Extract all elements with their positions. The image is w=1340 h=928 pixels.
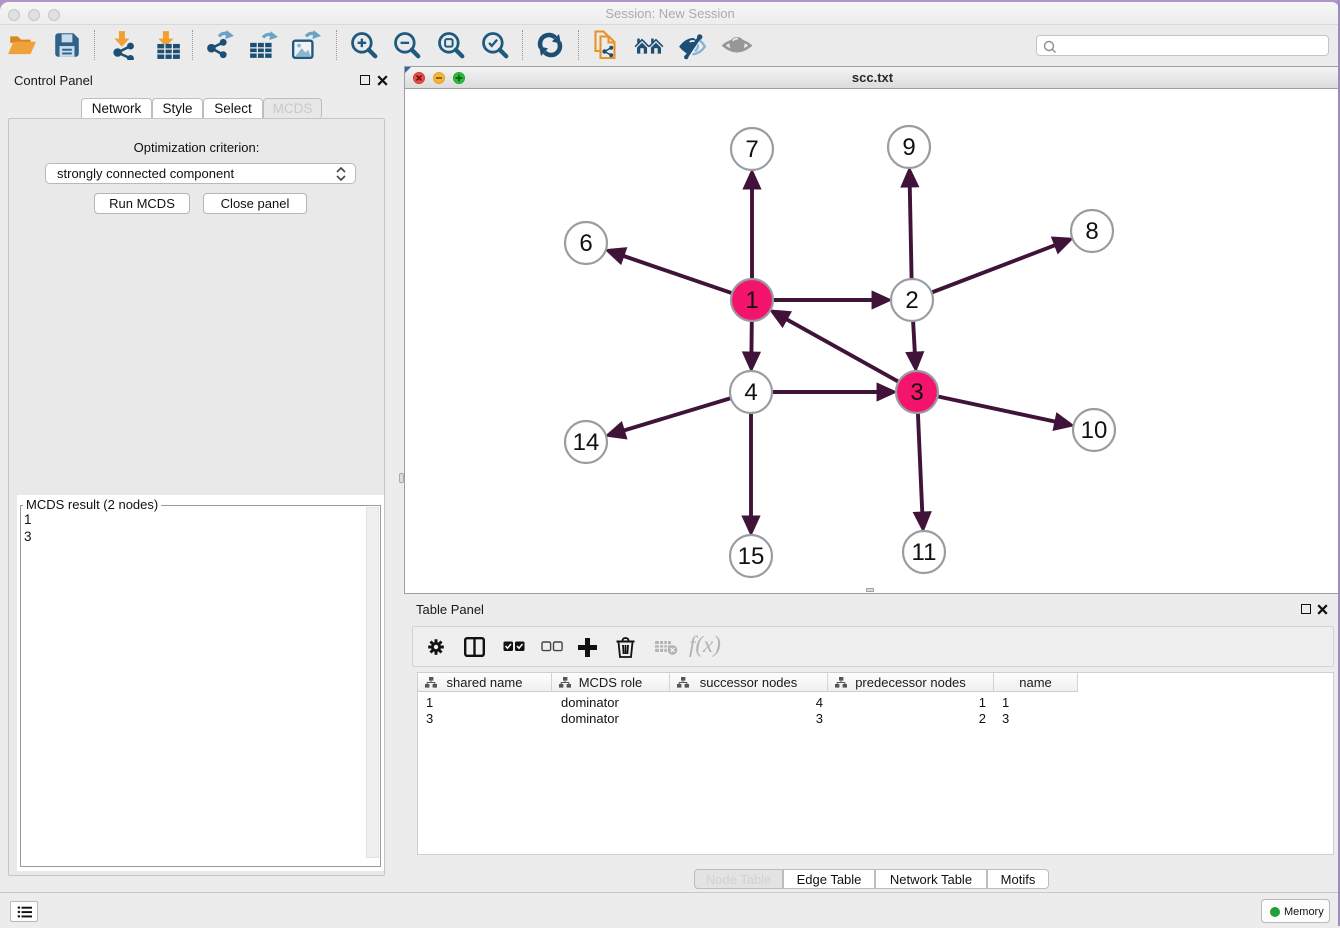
svg-text:3: 3 <box>910 379 923 406</box>
svg-text:2: 2 <box>905 287 918 314</box>
svg-text:11: 11 <box>912 539 937 566</box>
svg-text:4: 4 <box>744 379 757 406</box>
svg-text:15: 15 <box>738 543 765 570</box>
svg-text:8: 8 <box>1085 218 1098 245</box>
svg-text:6: 6 <box>579 230 592 257</box>
svg-text:14: 14 <box>573 429 600 456</box>
svg-text:7: 7 <box>745 136 758 163</box>
svg-text:9: 9 <box>902 134 915 161</box>
svg-text:1: 1 <box>745 287 758 314</box>
svg-text:10: 10 <box>1081 417 1108 444</box>
